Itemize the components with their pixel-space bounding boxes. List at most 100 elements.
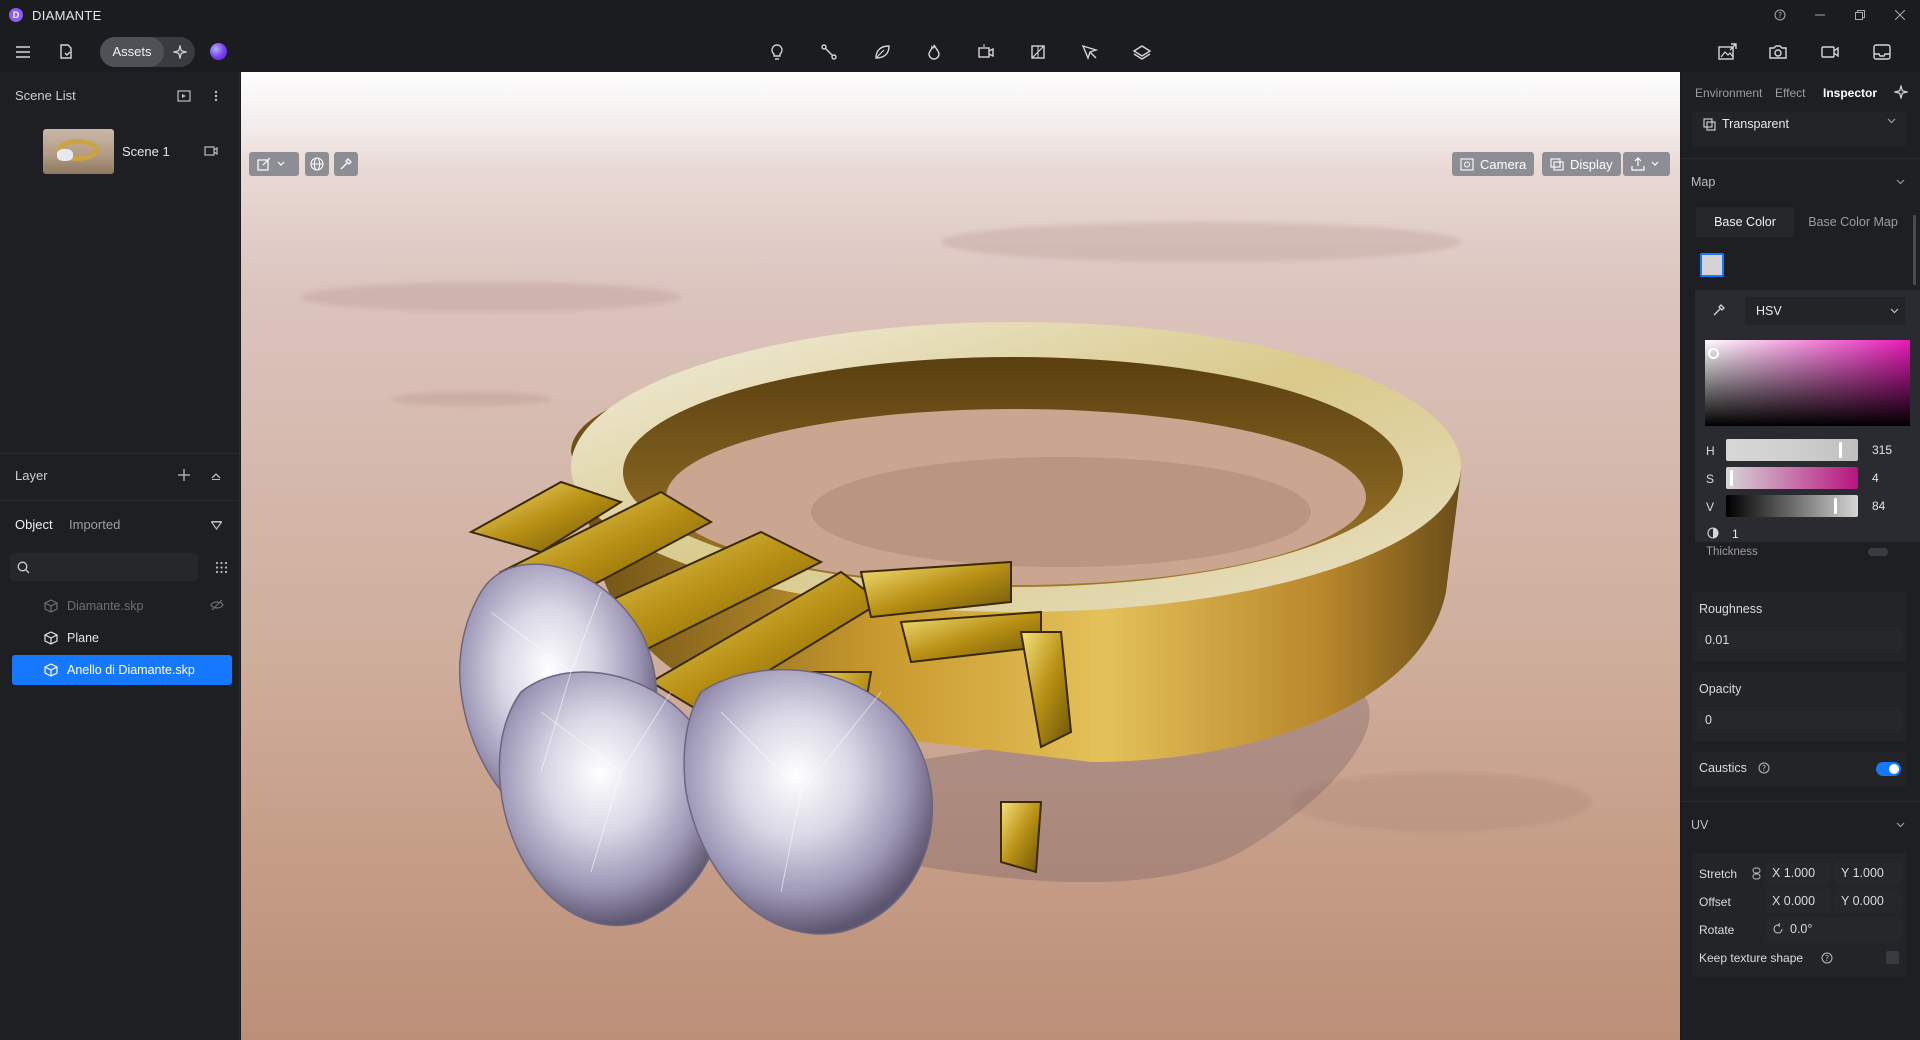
- tab-environment[interactable]: Environment: [1695, 86, 1762, 100]
- thickness-label: Thickness: [1706, 546, 1758, 558]
- menu-icon[interactable]: [9, 41, 37, 63]
- caustics-toggle[interactable]: [1876, 762, 1901, 776]
- tab-base-color-map[interactable]: Base Color Map: [1800, 207, 1906, 237]
- opacity-drop-icon: [1706, 526, 1720, 540]
- ai-orb-icon[interactable]: [210, 43, 227, 60]
- 3d-viewport[interactable]: Camera Display: [241, 72, 1680, 1040]
- material-type-label: Transparent: [1722, 117, 1789, 131]
- video-icon[interactable]: [1816, 41, 1844, 63]
- saturation-slider[interactable]: [1726, 467, 1858, 489]
- layer-item-label: Anello di Diamante.skp: [67, 663, 195, 677]
- export-image-icon[interactable]: [1713, 41, 1741, 63]
- layer-search-input[interactable]: [10, 553, 198, 581]
- offset-x-input[interactable]: X 0.000: [1766, 889, 1830, 913]
- layer-item[interactable]: Diamante.skp: [12, 591, 232, 621]
- globe-icon[interactable]: [305, 152, 329, 176]
- visibility-hidden-icon[interactable]: [210, 599, 224, 611]
- stretch-x-input[interactable]: X 1.000: [1766, 861, 1830, 885]
- divider: [0, 500, 240, 501]
- tab-inspector[interactable]: Inspector: [1823, 86, 1877, 100]
- scene-name[interactable]: Scene 1: [122, 144, 170, 159]
- path-tool-icon[interactable]: [815, 41, 843, 63]
- hue-label: H: [1706, 444, 1715, 458]
- keep-texture-checkbox[interactable]: [1886, 951, 1899, 964]
- rotate-label: Rotate: [1699, 923, 1735, 937]
- edit-mode-dropdown[interactable]: [249, 152, 299, 176]
- filter-icon[interactable]: [208, 517, 224, 533]
- divider: [1681, 801, 1920, 802]
- offset-y-input[interactable]: Y 0.000: [1835, 889, 1901, 913]
- assets-button[interactable]: Assets: [100, 37, 164, 67]
- roughness-input[interactable]: 0.01: [1697, 628, 1901, 652]
- ring-render: [458, 322, 1461, 935]
- value-slider-thumb[interactable]: [1834, 498, 1837, 514]
- main-toolbar: [0, 30, 1920, 72]
- minimize-button[interactable]: [1800, 0, 1840, 30]
- rotate-value: 0.0°: [1790, 922, 1813, 936]
- value-value-input[interactable]: 84: [1865, 495, 1905, 517]
- info-icon[interactable]: ?: [1757, 761, 1771, 775]
- camera-icon[interactable]: [1764, 41, 1792, 63]
- svg-text:?: ?: [1762, 764, 1766, 773]
- grid-view-icon[interactable]: [213, 559, 229, 575]
- ai-sparkle-icon[interactable]: [1892, 83, 1910, 101]
- tab-effect[interactable]: Effect: [1775, 86, 1805, 100]
- help-icon[interactable]: ?: [1760, 0, 1800, 30]
- eyedropper-icon[interactable]: [1710, 301, 1728, 319]
- hue-value-input[interactable]: 315: [1865, 439, 1905, 461]
- material-icon: [1702, 117, 1716, 131]
- layer-item-selected[interactable]: Anello di Diamante.skp: [12, 655, 232, 685]
- frame-icon[interactable]: [1024, 41, 1052, 63]
- layer-item[interactable]: Plane: [12, 623, 232, 653]
- cursor-tool-icon[interactable]: [1076, 41, 1104, 63]
- camera-button[interactable]: Camera: [1452, 152, 1535, 176]
- video-camera-plus-icon[interactable]: [972, 41, 1000, 63]
- saturation-value-input[interactable]: 4: [1865, 467, 1905, 489]
- fire-icon[interactable]: [920, 41, 948, 63]
- collapse-icon[interactable]: [208, 468, 224, 484]
- tab-base-color[interactable]: Base Color: [1696, 207, 1794, 237]
- alpha-value[interactable]: 1: [1732, 527, 1739, 541]
- chevron-down-icon[interactable]: [1896, 822, 1905, 828]
- keep-texture-label: Keep texture shape: [1699, 951, 1804, 965]
- layer-item-label: Plane: [67, 631, 99, 645]
- saturation-value-area[interactable]: [1705, 340, 1910, 426]
- tab-imported[interactable]: Imported: [69, 517, 120, 532]
- divider: [0, 453, 240, 454]
- more-options-icon[interactable]: [208, 87, 224, 105]
- stretch-label: Stretch: [1699, 867, 1738, 881]
- inspector-scrollbar[interactable]: [1913, 215, 1916, 285]
- color-mode-label: HSV: [1756, 304, 1782, 318]
- scene-thumbnail[interactable]: [43, 129, 114, 174]
- info-icon[interactable]: ?: [1820, 951, 1834, 965]
- chevron-down-icon[interactable]: [1896, 179, 1905, 185]
- light-bulb-icon[interactable]: [763, 41, 791, 63]
- inbox-icon[interactable]: [1868, 41, 1896, 63]
- leaf-icon[interactable]: [868, 41, 896, 63]
- rotate-input[interactable]: 0.0°: [1766, 917, 1901, 941]
- hue-slider-thumb[interactable]: [1839, 442, 1842, 458]
- link-icon[interactable]: [1750, 866, 1762, 880]
- share-dropdown[interactable]: [1623, 152, 1670, 176]
- value-slider[interactable]: [1726, 495, 1858, 517]
- cube-icon: [43, 630, 59, 646]
- opacity-input[interactable]: 0: [1697, 708, 1901, 732]
- scene-camera-icon[interactable]: [202, 143, 220, 159]
- base-color-swatch[interactable]: [1700, 253, 1724, 277]
- tab-object[interactable]: Object: [15, 517, 53, 532]
- opacity-label: Opacity: [1699, 682, 1742, 696]
- eyedropper-icon[interactable]: [334, 152, 358, 176]
- restore-button[interactable]: [1840, 0, 1880, 30]
- saturation-slider-thumb[interactable]: [1730, 470, 1733, 486]
- color-picker-handle[interactable]: [1708, 348, 1719, 359]
- close-button[interactable]: [1880, 0, 1920, 30]
- stretch-y-input[interactable]: Y 1.000: [1835, 861, 1901, 885]
- file-sync-icon[interactable]: [52, 41, 80, 63]
- ai-sparkle-icon[interactable]: [166, 37, 194, 67]
- thickness-toggle[interactable]: [1868, 548, 1888, 556]
- layers-icon[interactable]: [1128, 41, 1156, 63]
- app-logo: D: [9, 8, 23, 22]
- display-button[interactable]: Display: [1542, 152, 1621, 176]
- add-scene-icon[interactable]: [175, 87, 193, 105]
- add-layer-icon[interactable]: [176, 466, 192, 484]
